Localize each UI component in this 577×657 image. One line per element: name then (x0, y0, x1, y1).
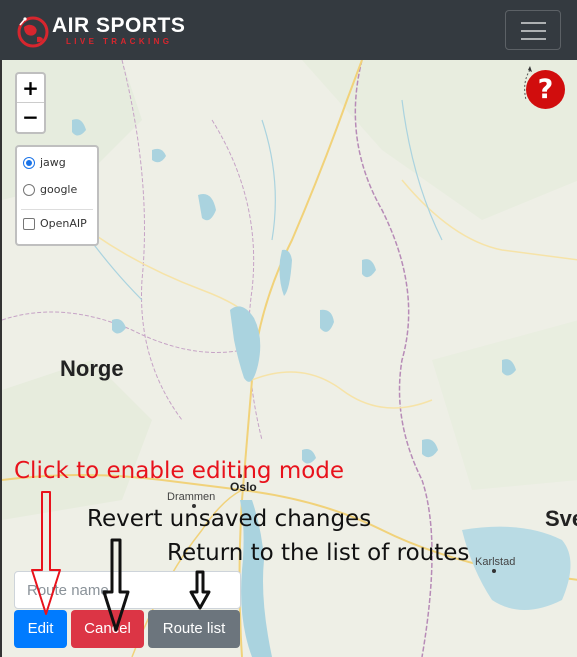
place-label-karlstad: Karlstad (475, 556, 516, 568)
route-list-button[interactable]: Route list (148, 610, 240, 648)
google-radio[interactable] (23, 184, 35, 196)
layer-divider (21, 209, 93, 210)
menu-toggle-button[interactable] (505, 10, 561, 50)
layer-label: jawg (40, 156, 66, 169)
cancel-hint-annotation: Revert unsaved changes (87, 506, 372, 532)
globe-logo-icon (17, 16, 49, 48)
place-label-drammen: Drammen (167, 491, 216, 503)
zoom-control: + − (15, 72, 46, 134)
openaip-checkbox[interactable] (23, 218, 35, 230)
jawg-radio[interactable] (23, 157, 35, 169)
karlstad-dot (492, 569, 496, 573)
place-label-norge: Norge (60, 356, 124, 381)
layer-label: google (40, 183, 78, 196)
route-list-arrow-icon (189, 570, 211, 610)
map-view[interactable]: + − jawg google OpenAIP ? Norge Oslo Dra… (0, 60, 577, 657)
hamburger-icon (521, 22, 546, 24)
brand-logo[interactable]: AIR SPORTS LIVE TRACKING (16, 13, 191, 49)
brand-subtitle: LIVE TRACKING (66, 37, 173, 46)
cancel-arrow-icon (102, 538, 130, 632)
edit-hint-annotation: Click to enable editing mode (14, 458, 345, 484)
zoom-out-button[interactable]: − (17, 103, 44, 132)
edit-arrow-icon (31, 491, 61, 615)
route-list-hint-annotation: Return to the list of routes (167, 540, 470, 566)
zoom-in-button[interactable]: + (17, 74, 44, 103)
hamburger-icon-bar (521, 38, 546, 40)
navbar: AIR SPORTS LIVE TRACKING (0, 0, 577, 60)
help-button[interactable]: ? (526, 70, 565, 109)
brand-title: AIR SPORTS (52, 14, 186, 37)
hamburger-icon-bar (521, 30, 546, 32)
layer-label: OpenAIP (40, 217, 87, 230)
place-label-sverige: Sve (545, 506, 577, 531)
layer-control: jawg google OpenAIP (15, 145, 99, 246)
